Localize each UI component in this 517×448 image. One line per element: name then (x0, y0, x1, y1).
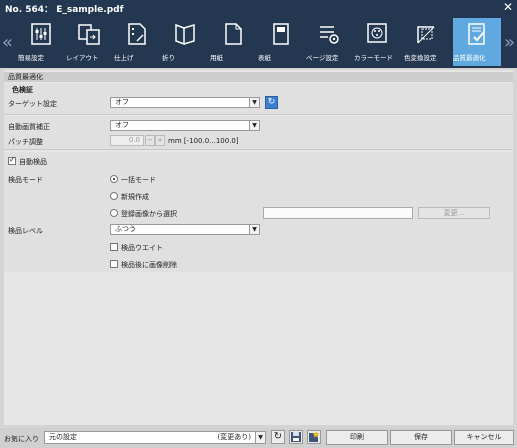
delete-after-inspect-label: 検品後に画像削除 (121, 261, 177, 269)
mode-radio-batch[interactable] (110, 175, 118, 183)
target-setting-label: ターゲット設定 (8, 100, 57, 108)
inspect-wait-label: 検品ウエイト (121, 244, 163, 252)
scroll-left-icon[interactable]: « (2, 32, 13, 53)
inspect-mode-label: 検品モード (8, 176, 43, 184)
favorite-star-button[interactable] (307, 430, 321, 444)
sliders-icon (30, 23, 51, 45)
tab-finishing[interactable]: 仕上げ (114, 18, 159, 66)
layout-icon (77, 24, 100, 45)
tab-label: ページ設定 (306, 54, 339, 62)
page-settings-icon (319, 26, 339, 44)
reload-icon: ↻ (273, 431, 283, 442)
auto-inspect-checkbox[interactable] (8, 155, 16, 165)
auto-quality-select[interactable]: オフ ▼ (110, 120, 260, 131)
favorites-select[interactable]: 元の設定 (変更あり) ▼ (44, 431, 266, 444)
color-mode-icon (366, 23, 387, 43)
tab-ribbon: « 簡易設定 レイアウト 仕上げ 折り 用紙 表紙 ページ設定 カラーモード 色… (0, 16, 517, 68)
auto-quality-label: 自動画質補正 (8, 123, 50, 131)
paper-icon (224, 23, 242, 45)
tab-fold[interactable]: 折り (162, 18, 207, 66)
tab-layout[interactable]: レイアウト (66, 18, 111, 66)
patch-range-label: mm [-100.0...100.0] (168, 137, 239, 145)
tab-label: 表紙 (258, 54, 271, 62)
mode-radio-new[interactable] (110, 192, 118, 200)
reload-button[interactable]: ↻ (271, 430, 285, 444)
print-button[interactable]: 印刷 (326, 430, 388, 445)
favorites-label: お気に入り (4, 435, 39, 443)
inspect-wait-checkbox[interactable] (110, 243, 118, 251)
save-button[interactable]: 保存 (390, 430, 452, 445)
mode-radio-registered[interactable] (110, 209, 118, 217)
chevron-down-icon: ▼ (255, 432, 265, 443)
auto-inspect-panel: 自動検品 検品モード 一括モード 新規作成 登録画像から選択 変更... 検品レ… (4, 152, 513, 272)
patch-value-input[interactable]: 0.0 (110, 135, 144, 146)
chevron-down-icon: ▼ (249, 225, 259, 234)
color-conversion-icon (416, 26, 434, 44)
chevron-down-icon: ▼ (249, 121, 259, 130)
save-favorite-button[interactable] (289, 430, 303, 444)
patch-adjust-label: パッチ調整 (8, 138, 43, 146)
section-header: 品質最適化 (4, 72, 513, 82)
cancel-button[interactable]: キャンセル (454, 430, 514, 445)
auto-inspect-label: 自動検品 (19, 158, 47, 166)
star-floppy-icon (309, 431, 320, 442)
tab-cover[interactable]: 表紙 (258, 18, 303, 66)
target-setting-select[interactable]: オフ ▼ (110, 97, 260, 108)
finishing-icon (127, 23, 146, 45)
change-button[interactable]: 変更... (418, 207, 490, 219)
tab-label: レイアウト (66, 54, 99, 62)
patch-increment-button[interactable]: + (155, 135, 165, 146)
tab-label: 品質最適化 (453, 54, 486, 62)
mode-new-label: 新規作成 (121, 193, 149, 201)
window-title: No. 564： E_sample.pdf (5, 5, 124, 15)
color-verify-title: 色検証 (12, 86, 33, 94)
tab-color-conversion[interactable]: 色変換設定 (404, 18, 449, 66)
delete-after-inspect-checkbox[interactable] (110, 260, 118, 268)
tab-label: 簡易設定 (18, 54, 44, 62)
fold-icon (174, 23, 195, 46)
floppy-icon (291, 432, 301, 442)
tab-page-settings[interactable]: ページ設定 (306, 18, 351, 66)
mode-batch-label: 一括モード (121, 176, 156, 184)
color-verify-panel: 色検証 ターゲット設定 オフ ▼ ↻ (4, 83, 513, 115)
close-icon[interactable]: ✕ (503, 0, 513, 14)
settings-content: 品質最適化 色検証 ターゲット設定 オフ ▼ ↻ 自動画質補正 オフ ▼ パッチ… (4, 70, 513, 425)
tab-quality-optimization[interactable]: 品質最適化 (453, 18, 501, 66)
tab-color-mode[interactable]: カラーモード (354, 18, 399, 66)
tab-simple-settings[interactable]: 簡易設定 (18, 18, 63, 66)
quality-icon (468, 23, 485, 45)
chevron-down-icon: ▼ (249, 98, 259, 107)
tab-paper[interactable]: 用紙 (210, 18, 255, 66)
tab-label: 仕上げ (114, 54, 134, 62)
inspect-level-select[interactable]: ふつう ▼ (110, 224, 260, 235)
auto-quality-panel: 自動画質補正 オフ ▼ パッチ調整 0.0 − + mm [-100.0...1… (4, 116, 513, 150)
title-bar: No. 564： E_sample.pdf ✕ (0, 0, 517, 16)
refresh-button[interactable]: ↻ (265, 96, 278, 109)
tab-label: カラーモード (354, 54, 393, 62)
refresh-icon: ↻ (267, 97, 276, 107)
patch-decrement-button[interactable]: − (145, 135, 155, 146)
mode-registered-label: 登録画像から選択 (121, 210, 177, 218)
registered-image-field[interactable] (263, 207, 413, 219)
tab-label: 用紙 (210, 54, 223, 62)
inspect-level-label: 検品レベル (8, 227, 43, 235)
cover-icon (272, 23, 289, 45)
footer-bar: お気に入り 元の設定 (変更あり) ▼ ↻ 印刷 保存 キャンセル (0, 428, 517, 448)
tab-label: 折り (162, 54, 175, 62)
scroll-right-icon[interactable]: » (504, 32, 515, 53)
tab-label: 色変換設定 (404, 54, 437, 62)
